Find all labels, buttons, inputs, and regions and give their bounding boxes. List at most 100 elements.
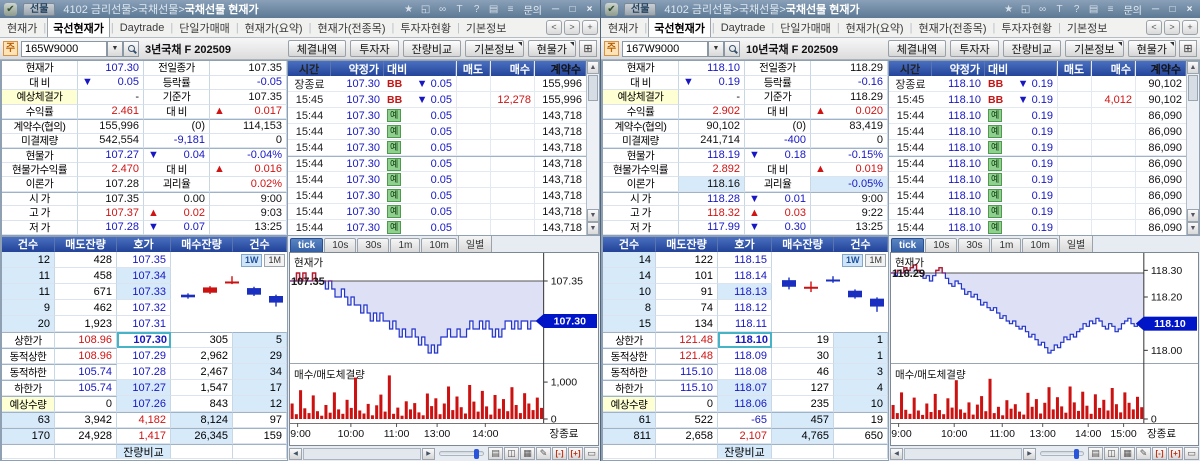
bid-price[interactable]: 107.29 bbox=[117, 348, 171, 364]
chart-tab-10m[interactable]: 10m bbox=[421, 238, 457, 252]
chart-scroll-left-button[interactable]: ◀ bbox=[289, 447, 302, 460]
maximize-button[interactable]: □ bbox=[1166, 4, 1179, 15]
tab-Daytrade[interactable]: Daytrade bbox=[716, 20, 771, 36]
chart-scrollbar[interactable]: ◀ ▶ ▤ ◫ ▦ ✎ [-] [+] ▭ bbox=[890, 447, 1199, 460]
scroll-end-button[interactable]: ▼ bbox=[1187, 222, 1199, 235]
tick-chart[interactable]: 118.30 118.20 118.00 118.10 현재가 118.29 매수/매도체결… bbox=[889, 252, 1199, 446]
tab-add-button[interactable]: + bbox=[1182, 20, 1198, 35]
scroll-thumb[interactable] bbox=[1188, 75, 1198, 101]
zoom-slider-thumb[interactable] bbox=[474, 449, 479, 459]
zoom-reset-icon[interactable]: ▭ bbox=[584, 447, 599, 460]
draw-pencil-icon[interactable]: ✎ bbox=[1136, 447, 1151, 460]
tab-prev-button[interactable]: < bbox=[546, 20, 562, 35]
ask-price[interactable]: 107.32 bbox=[117, 300, 171, 316]
ts-row[interactable]: 15:44 107.30 예 0.05 143,718 bbox=[288, 220, 586, 235]
code-dropdown-button[interactable]: ▼ bbox=[708, 40, 724, 57]
tab-단일가매매[interactable]: 단일가매매 bbox=[174, 18, 235, 37]
toolbar-menu-button-현물가[interactable]: 현물가 bbox=[1127, 40, 1176, 57]
chart-tab-1m[interactable]: 1m bbox=[390, 238, 421, 252]
ask-price[interactable]: 107.33 bbox=[117, 284, 171, 300]
ask-price[interactable]: 118.12 bbox=[718, 300, 772, 316]
scroll-track[interactable] bbox=[1187, 102, 1199, 209]
popout-icon[interactable]: ◱ bbox=[1020, 4, 1032, 15]
tab-현재가(요약)[interactable]: 현재가(요약) bbox=[240, 18, 308, 37]
tab-next-button[interactable]: > bbox=[564, 20, 580, 35]
ts-row[interactable]: 15:44 118.10 예 0.19 86,090 bbox=[889, 108, 1186, 124]
zoom-out-icon[interactable]: [-] bbox=[1152, 447, 1167, 460]
compare-quantity-button[interactable]: 잔량비교 bbox=[117, 444, 171, 459]
tab-현재가(요약)[interactable]: 현재가(요약) bbox=[841, 18, 909, 37]
chart-tab-tick[interactable]: tick bbox=[891, 238, 925, 252]
ts-row[interactable]: 장종료 107.30 BB ▼ 0.05 155,996 bbox=[288, 76, 586, 92]
ask-price[interactable]: 107.35 bbox=[117, 252, 171, 268]
ts-row[interactable]: 장종료 118.10 BB ▼ 0.19 90,102 bbox=[889, 76, 1186, 92]
ts-row[interactable]: 15:44 118.10 예 0.19 86,090 bbox=[889, 156, 1186, 172]
ts-row[interactable]: 15:44 118.10 예 0.19 86,090 bbox=[889, 188, 1186, 204]
ts-row[interactable]: 15:44 107.30 예 0.05 143,718 bbox=[288, 156, 586, 172]
print-icon[interactable]: ▤ bbox=[1088, 4, 1100, 15]
chart-tab-10m[interactable]: 10m bbox=[1022, 238, 1058, 252]
toolbar-button-투자자[interactable]: 투자자 bbox=[350, 40, 399, 57]
period-1w-button[interactable]: 1W bbox=[841, 254, 864, 267]
chart-tab-10s[interactable]: 10s bbox=[324, 238, 357, 252]
chart-scroll-left-button[interactable]: ◀ bbox=[890, 447, 903, 460]
time-sales-scrollbar[interactable]: ▲ ▼ ▼ bbox=[1186, 61, 1199, 235]
chart-tab-tick[interactable]: tick bbox=[290, 238, 324, 252]
bid-price[interactable]: 118.07 bbox=[718, 380, 772, 396]
toolbar-button-체결내역[interactable]: 체결내역 bbox=[287, 40, 347, 57]
ask-price[interactable]: 118.11 bbox=[718, 316, 772, 332]
tab-Daytrade[interactable]: Daytrade bbox=[115, 20, 170, 36]
toolbar-menu-button-기본정보[interactable]: 기본정보 bbox=[465, 40, 524, 57]
chart-tab-일별[interactable]: 일별 bbox=[1058, 236, 1094, 252]
font-icon[interactable]: T bbox=[1054, 4, 1066, 15]
list-icon[interactable]: ≡ bbox=[1105, 4, 1117, 15]
tab-기본정보[interactable]: 기본정보 bbox=[1062, 18, 1112, 37]
tab-투자자현황[interactable]: 투자자현황 bbox=[395, 18, 456, 37]
tab-현재가(전종목)[interactable]: 현재가(전종목) bbox=[913, 18, 991, 37]
chart-zoom-slider[interactable] bbox=[439, 449, 484, 459]
ts-row[interactable]: 15:44 107.30 예 0.05 143,718 bbox=[288, 108, 586, 124]
print-icon[interactable]: ▤ bbox=[488, 4, 500, 15]
scroll-end-button[interactable]: ▼ bbox=[587, 222, 599, 235]
scroll-track[interactable] bbox=[587, 102, 599, 209]
code-input[interactable] bbox=[21, 40, 107, 57]
chart-tab-30s[interactable]: 30s bbox=[958, 238, 991, 252]
ts-row[interactable]: 15:44 107.30 예 0.05 143,718 bbox=[288, 172, 586, 188]
period-1m-button[interactable]: 1M bbox=[865, 254, 886, 267]
tab-국선현재가[interactable]: 국선현재가 bbox=[47, 18, 110, 37]
tooltip-icon[interactable]: ◫ bbox=[504, 447, 519, 460]
close-button[interactable]: × bbox=[1183, 4, 1196, 15]
bid-price[interactable]: 118.10 bbox=[718, 332, 772, 348]
bid-price[interactable]: 107.26 bbox=[117, 396, 171, 412]
ts-row[interactable]: 15:44 107.30 예 0.05 143,718 bbox=[288, 188, 586, 204]
tooltip-icon[interactable]: ◫ bbox=[1104, 447, 1119, 460]
inquiry-button[interactable]: 문의 bbox=[1124, 2, 1142, 17]
chart-scroll-track[interactable] bbox=[303, 447, 421, 460]
toolbar-menu-button-현물가[interactable]: 현물가 bbox=[527, 40, 576, 57]
favorite-star-icon[interactable]: ★ bbox=[403, 4, 415, 15]
minimize-button[interactable]: ─ bbox=[549, 4, 562, 15]
chart-zoom-slider[interactable] bbox=[1040, 449, 1084, 459]
tab-현재가[interactable]: 현재가 bbox=[2, 18, 42, 37]
close-button[interactable]: × bbox=[583, 4, 596, 15]
zoom-slider-thumb[interactable] bbox=[1074, 449, 1079, 459]
ask-price[interactable]: 107.31 bbox=[117, 316, 171, 332]
toolbar-button-잔량비교[interactable]: 잔량비교 bbox=[1002, 40, 1062, 57]
ask-price[interactable]: 118.13 bbox=[718, 284, 772, 300]
zoom-reset-icon[interactable]: ▭ bbox=[1184, 447, 1199, 460]
bid-price[interactable]: 118.08 bbox=[718, 364, 772, 380]
search-button[interactable] bbox=[123, 40, 139, 57]
tab-prev-button[interactable]: < bbox=[1146, 20, 1162, 35]
toolbar-menu-button-기본정보[interactable]: 기본정보 bbox=[1065, 40, 1124, 57]
list-icon[interactable]: ≡ bbox=[505, 4, 517, 15]
time-sales-scrollbar[interactable]: ▲ ▼ ▼ bbox=[586, 61, 599, 235]
cascade-icon[interactable]: ▦ bbox=[520, 447, 535, 460]
scroll-down-button[interactable]: ▼ bbox=[587, 209, 599, 222]
code-input[interactable] bbox=[622, 40, 708, 57]
ask-price[interactable]: 118.14 bbox=[718, 268, 772, 284]
popout-icon[interactable]: ◱ bbox=[420, 4, 432, 15]
bid-price[interactable]: 118.06 bbox=[718, 396, 772, 412]
ts-row[interactable]: 15:44 118.10 예 0.19 86,090 bbox=[889, 220, 1186, 235]
font-icon[interactable]: T bbox=[454, 4, 466, 15]
tab-next-button[interactable]: > bbox=[1164, 20, 1180, 35]
